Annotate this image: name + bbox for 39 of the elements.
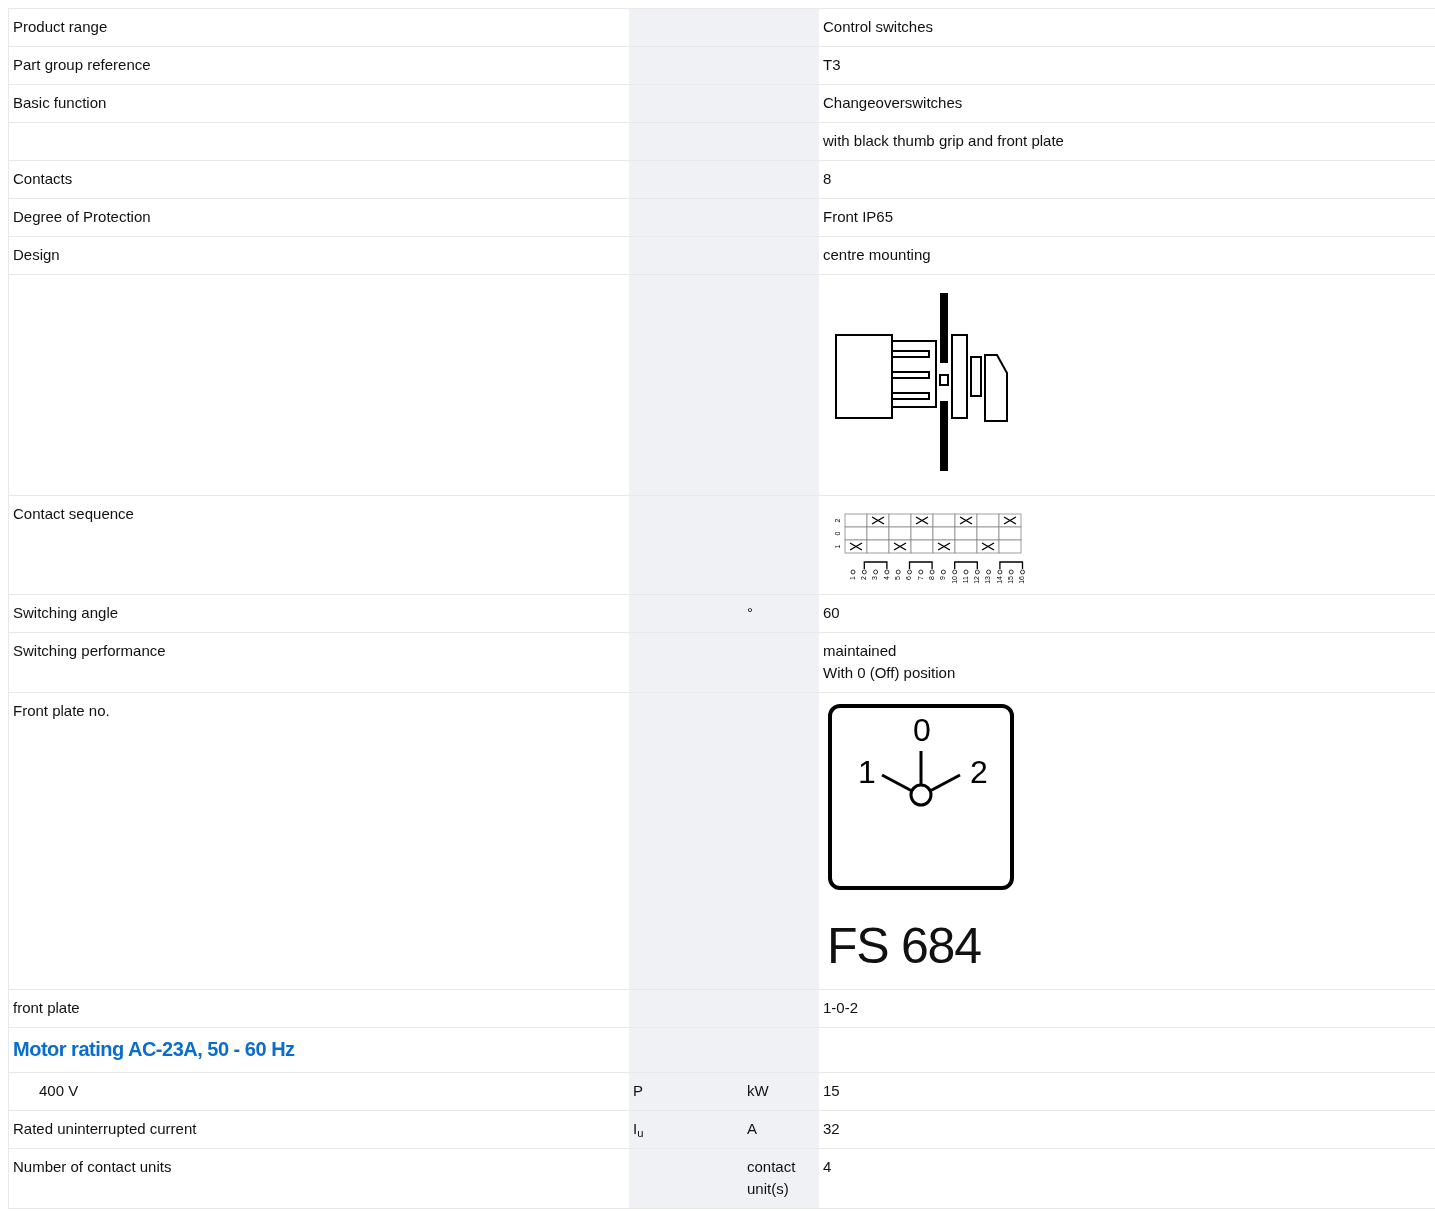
unit-cell: °	[743, 595, 819, 633]
value-cell: Changeoverswitches	[819, 85, 1435, 123]
front-plate-drawing: 0 1 2	[827, 703, 1015, 891]
value-cell: 32	[819, 1111, 1435, 1149]
label-cell: Design	[9, 237, 629, 275]
value-cell: Control switches	[819, 9, 1435, 47]
label-cell: Basic function	[9, 85, 629, 123]
symbol-cell: P	[629, 1073, 743, 1111]
contact-bridge	[999, 561, 1024, 570]
value-cell: 15	[819, 1073, 1435, 1111]
value-line: maintained	[823, 641, 898, 661]
unit-cell: A	[743, 1111, 819, 1149]
label-cell: Switching angle	[9, 595, 629, 633]
value-cell: 8	[819, 161, 1435, 199]
label-cell: Number of contact units	[9, 1149, 629, 1209]
value-cell: Front IP65	[819, 199, 1435, 237]
section-heading: Motor rating AC-23A, 50 - 60 Hz	[9, 1028, 629, 1073]
label-cell: Degree of Protection	[9, 199, 629, 237]
label-cell: Product range	[9, 9, 629, 47]
value-cell: with black thumb grip and front plate	[819, 123, 1435, 161]
contact-bridge	[863, 561, 888, 570]
label-cell: Contacts	[9, 161, 629, 199]
unit-cell: kW	[743, 1073, 819, 1111]
label-cell: front plate	[9, 990, 629, 1028]
label-cell: Part group reference	[9, 47, 629, 85]
value-line: With 0 (Off) position	[823, 663, 957, 683]
value-cell: 60	[819, 595, 1435, 633]
value-cell: 1-0-2	[819, 990, 1435, 1028]
contact-bridge	[954, 561, 978, 570]
value-cell: centre mounting	[819, 237, 1435, 275]
value-cell: T3	[819, 47, 1435, 85]
label-cell: 400 V	[9, 1073, 629, 1111]
contact-bridge	[908, 561, 933, 570]
unit-cell: contact unit(s)	[743, 1149, 819, 1209]
label-cell: Switching performance	[9, 633, 629, 693]
value-cell: 4	[819, 1149, 1435, 1209]
symbol-cell: I$_{u}$	[629, 1111, 743, 1149]
front-plate-code: FS 684	[827, 921, 982, 971]
label-cell: Rated uninterrupted current	[9, 1111, 629, 1149]
